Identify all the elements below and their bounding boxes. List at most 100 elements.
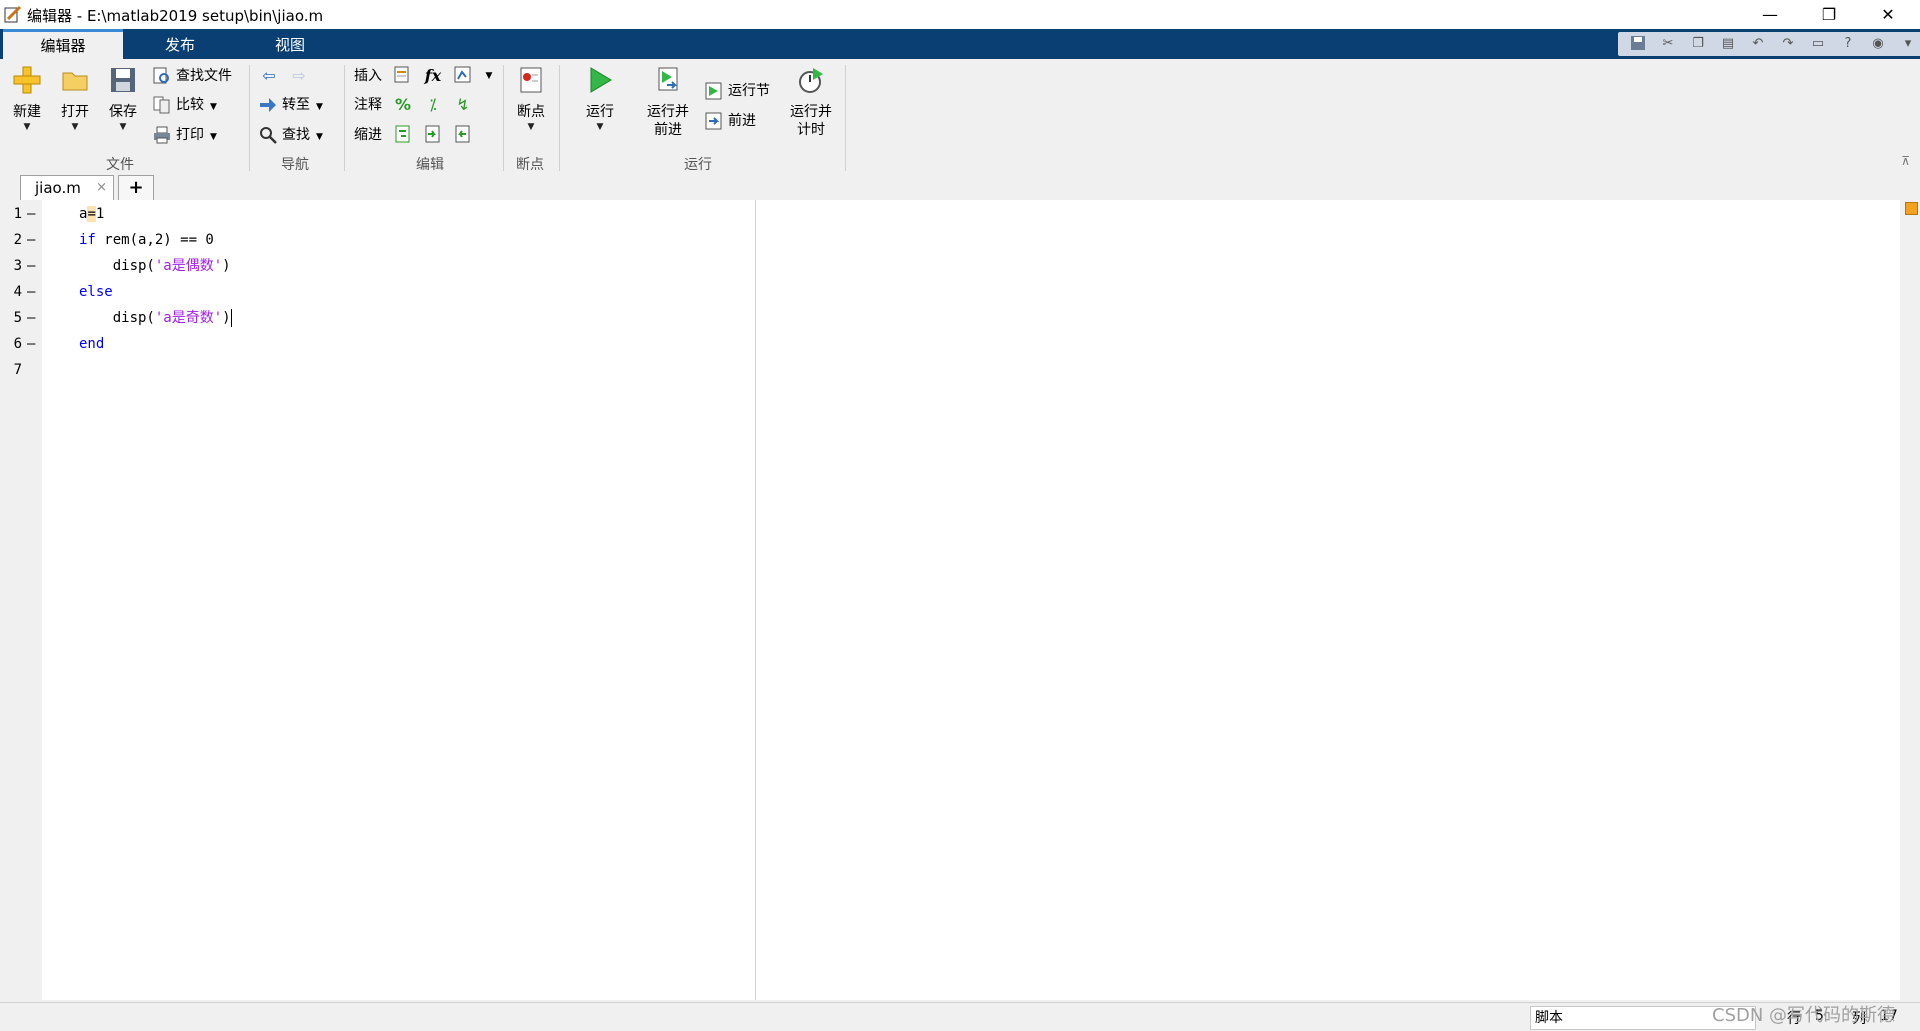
tab-editor[interactable]: 编辑器 [3, 29, 123, 59]
code-line-2[interactable]: if rem(a,2) == 0 [79, 227, 214, 253]
title-bar: 编辑器 - E:\matlab2019 setup\bin\jiao.m — ❐… [0, 0, 1920, 29]
code-line-4[interactable]: else [79, 279, 113, 305]
executable-line-marker[interactable]: — [27, 227, 39, 253]
line-number: 3 [13, 258, 22, 274]
run-section-icon [705, 82, 722, 100]
text-cursor [230, 309, 232, 327]
forward-arrow-icon[interactable]: ⇨ [288, 65, 310, 87]
right-margin-line [755, 200, 756, 1000]
collapse-toolstrip-icon[interactable]: ⊼ [1901, 154, 1910, 168]
comment-percent-icon[interactable]: % [392, 94, 414, 116]
add-tab-button[interactable]: + [118, 175, 154, 200]
line-number: 7 [13, 362, 22, 378]
watermark: CSDN @写代码的斯德 [1712, 1005, 1896, 1026]
chevron-down-icon: ▼ [596, 122, 604, 132]
code-line-5[interactable]: disp('a是奇数') [79, 305, 232, 331]
quick-help-icon[interactable]: ? [1838, 34, 1858, 54]
executable-line-marker[interactable]: — [27, 279, 39, 305]
minimize-button[interactable]: — [1742, 0, 1798, 29]
insert-function-icon[interactable]: fx [422, 65, 444, 87]
close-button[interactable]: ✕ [1860, 0, 1916, 29]
compare-button[interactable]: 比较 ▼ [152, 93, 217, 117]
find-button[interactable]: 查找 ▼ [258, 123, 323, 147]
quick-copy-icon[interactable]: ❐ [1688, 34, 1708, 54]
code-line-3[interactable]: disp('a是偶数') [79, 253, 231, 279]
document-tab-bar: jiao.m × + [0, 173, 1920, 201]
find-files-icon [153, 67, 169, 84]
chevron-down-icon: ▼ [119, 122, 127, 132]
goto-arrow-icon [260, 98, 276, 112]
executable-line-marker[interactable]: — [27, 305, 39, 331]
line-number: 2 [13, 232, 22, 248]
smart-indent-icon[interactable] [392, 124, 414, 146]
line-number: 4 [13, 284, 22, 300]
executable-line-marker[interactable]: — [27, 253, 39, 279]
run-and-advance-button[interactable]: 运行并 前进 [641, 65, 695, 139]
decrease-indent-icon[interactable] [452, 124, 474, 146]
run-and-time-button[interactable]: 运行并 计时 [784, 65, 838, 139]
code-editor[interactable] [42, 200, 1900, 1000]
new-button[interactable]: 新建 ▼ [6, 65, 48, 133]
goto-button[interactable]: 转至 ▼ [258, 93, 323, 117]
chevron-down-icon: ▼ [316, 132, 323, 142]
line-number: 6 [13, 336, 22, 352]
run-button[interactable]: 运行 ▼ [578, 65, 622, 133]
tab-publish[interactable]: 发布 [140, 29, 220, 59]
code-line-1[interactable]: a=1 [79, 201, 104, 227]
section-divider [559, 65, 560, 171]
run-advance-icon [658, 67, 678, 91]
restore-button[interactable]: ❐ [1801, 0, 1857, 29]
chevron-down-icon: ▼ [71, 122, 79, 132]
magnifier-icon [260, 127, 277, 144]
line-number: 1 [13, 206, 22, 222]
run-section-button[interactable]: 运行节 [704, 79, 770, 103]
quick-search-icon[interactable]: ◉ [1868, 34, 1888, 54]
section-divider [845, 65, 846, 171]
breakpoints-button[interactable]: 断点 ▼ [510, 65, 552, 133]
quick-redo-icon[interactable]: ↷ [1778, 34, 1798, 54]
new-plus-icon [13, 66, 41, 94]
stopwatch-icon [799, 68, 823, 93]
chevron-down-icon: ▼ [316, 102, 323, 112]
insert-section-icon[interactable] [392, 65, 414, 87]
quick-dropdown-icon[interactable]: ▾ [1898, 34, 1918, 54]
open-button[interactable]: 打开 ▼ [54, 65, 96, 133]
chevron-down-icon[interactable]: ▼ [478, 65, 500, 87]
increase-indent-icon[interactable] [422, 124, 444, 146]
chevron-down-icon: ▼ [210, 132, 217, 142]
uncomment-icon[interactable]: ⁒ [422, 94, 444, 116]
code-line-6[interactable]: end [79, 331, 104, 357]
quick-undo-icon[interactable]: ↶ [1748, 34, 1768, 54]
line-number: 5 [13, 310, 22, 326]
quick-save-icon[interactable] [1628, 34, 1648, 54]
ribbon-tab-bar: 编辑器 发布 视图 ✂ ❐ ▤ ↶ ↷ ▭ ? ◉ ▾ [0, 29, 1920, 59]
print-button[interactable]: 打印 ▼ [152, 123, 217, 147]
find-files-button[interactable]: 查找文件 [152, 64, 232, 88]
quick-cut-icon[interactable]: ✂ [1658, 34, 1678, 54]
tab-view[interactable]: 视图 [250, 29, 330, 59]
window-title: 编辑器 - E:\matlab2019 setup\bin\jiao.m [27, 7, 324, 25]
insert-button[interactable]: 插入 [354, 64, 382, 88]
warning-indicator-icon[interactable] [1905, 202, 1918, 215]
printer-icon [154, 126, 170, 144]
indent-button[interactable]: 缩进 [354, 123, 382, 147]
section-label-edit: 编辑 [416, 157, 444, 173]
comment-button[interactable]: 注释 [354, 93, 382, 117]
insert-figure-icon[interactable] [452, 65, 474, 87]
wrap-comments-icon[interactable]: ↯ [452, 94, 474, 116]
save-button[interactable]: 保存 ▼ [102, 65, 144, 133]
run-play-icon [590, 67, 612, 93]
back-arrow-icon[interactable]: ⇦ [258, 65, 280, 87]
code-analyzer-bar[interactable] [1900, 200, 1920, 1000]
folder-icon [62, 72, 88, 91]
advance-button[interactable]: 前进 [704, 109, 756, 133]
breakpoint-icon [520, 67, 542, 93]
status-bar: 脚本 行 5 列 17 [0, 1002, 1920, 1031]
floppy-disk-icon [111, 68, 135, 92]
executable-line-marker[interactable]: — [27, 201, 39, 227]
executable-line-marker[interactable]: — [27, 331, 39, 357]
close-tab-icon[interactable]: × [96, 176, 107, 200]
quick-paste-icon[interactable]: ▤ [1718, 34, 1738, 54]
quick-switch-window-icon[interactable]: ▭ [1808, 34, 1828, 54]
doc-tab-jiao[interactable]: jiao.m × [20, 175, 114, 200]
